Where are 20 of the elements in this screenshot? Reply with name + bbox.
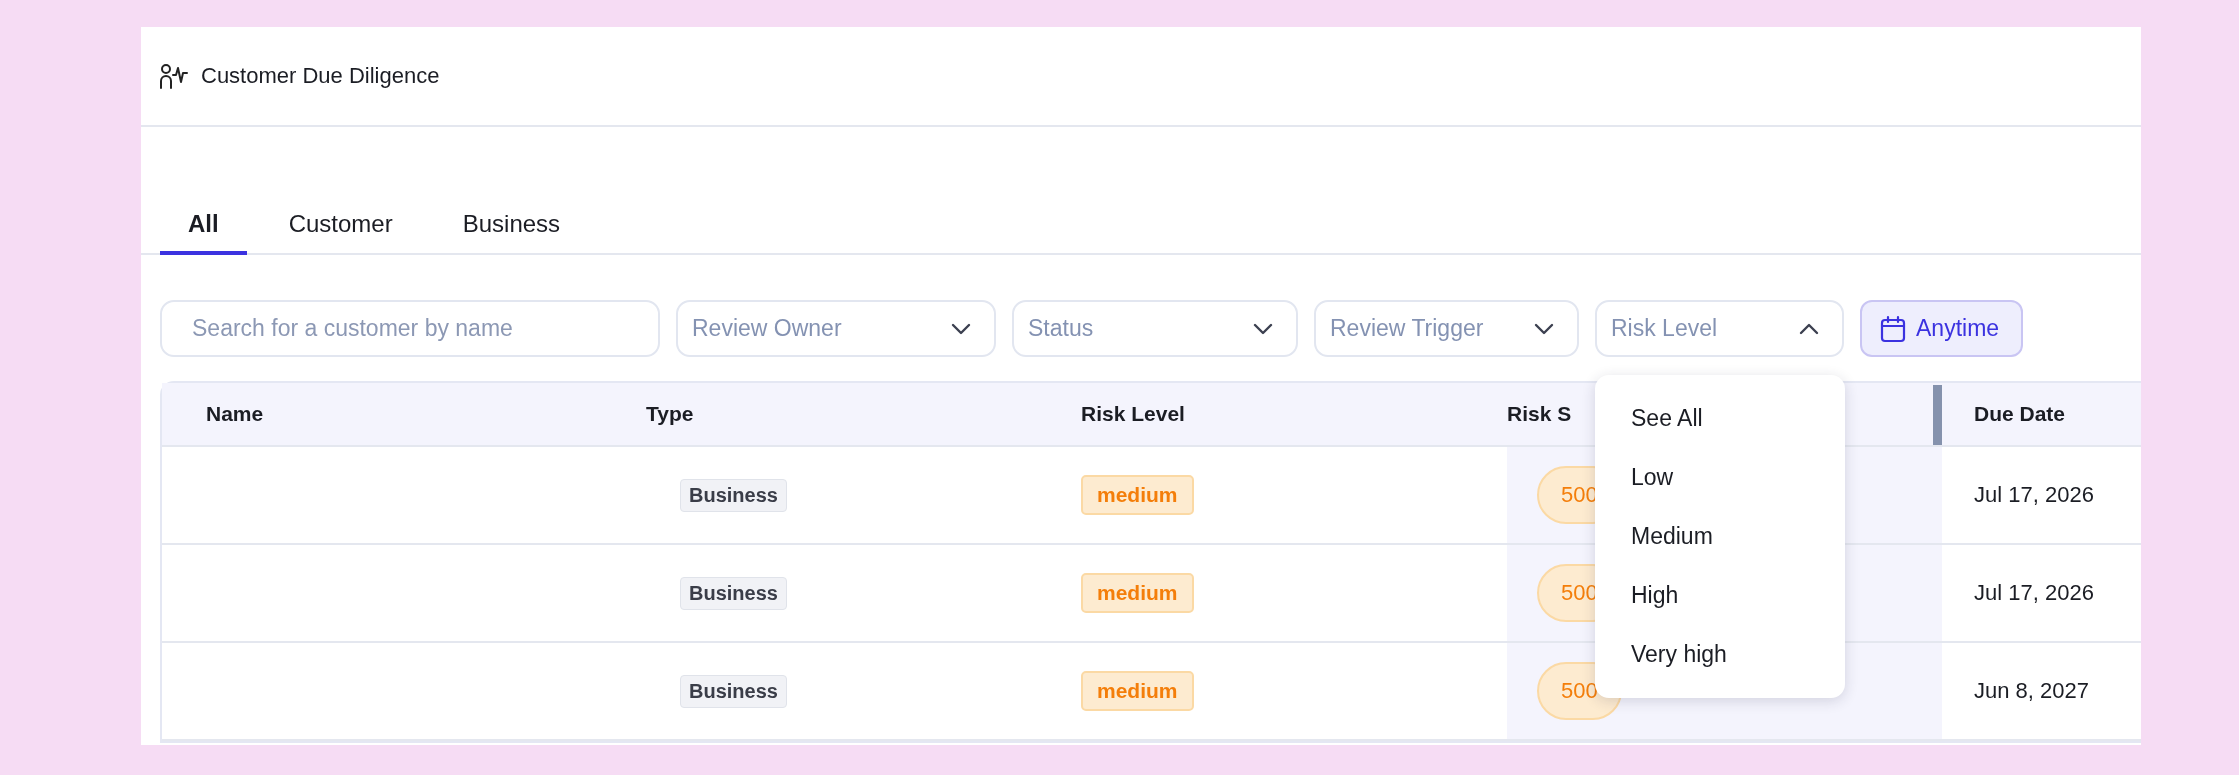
risk-level-tag: medium [1081,475,1194,515]
tab[interactable]: Business [434,197,589,255]
column-header: Name [162,383,642,447]
due-date: Jun 8, 2027 [1974,678,2089,704]
column-header: Due Date [1942,383,2141,447]
search-field[interactable]: Search for a customer by name [160,300,660,357]
risk-level-tag: medium [1081,671,1194,711]
tab[interactable]: Customer [260,197,421,255]
type-tag: Business [680,674,787,708]
type-tag: Business [680,478,787,512]
page-title: Customer Due Diligence [201,63,440,89]
type-tag: Business [680,576,787,610]
column-header: Type [642,383,1077,447]
due-date: Jul 17, 2026 [1974,580,2094,606]
date-filter-button[interactable]: Anytime [1860,300,2024,357]
risk-level-tag: medium [1081,573,1194,613]
column-header: Risk Level [1077,383,1507,447]
due-date: Jul 17, 2026 [1974,482,2094,508]
tab[interactable]: All [160,197,247,255]
menu-option[interactable]: See All [1595,389,1845,448]
